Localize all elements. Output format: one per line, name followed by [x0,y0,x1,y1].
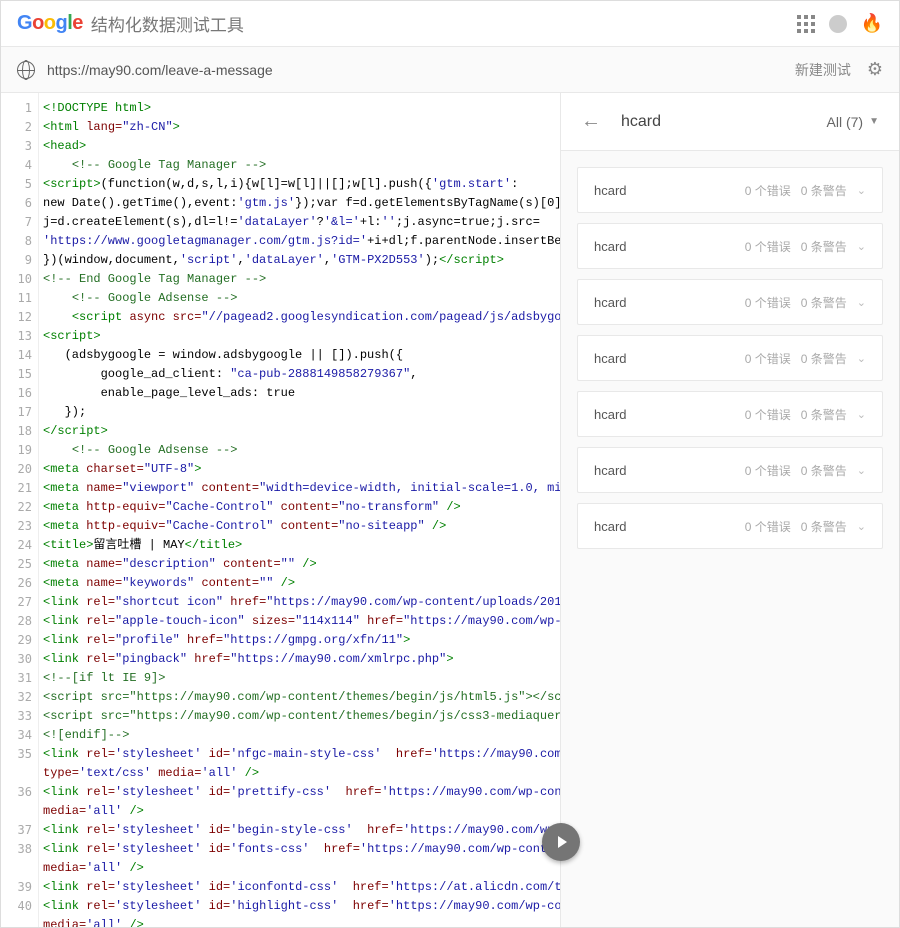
card-warnings: 0 条警告 [801,350,847,367]
card-title: hcard [594,295,627,310]
result-card[interactable]: hcard 0 个错误 0 条警告 ⌄ [577,503,883,549]
result-cards: hcard 0 个错误 0 条警告 ⌄ hcard 0 个错误 0 条警告 ⌄ … [561,151,899,565]
chevron-down-icon: ⌄ [857,240,866,253]
card-title: hcard [594,183,627,198]
chevron-down-icon: ⌄ [857,184,866,197]
chevron-down-icon: ▼ [869,116,879,127]
app-title: 结构化数据测试工具 [91,11,244,36]
google-logo: Google [17,12,83,35]
chevron-down-icon: ⌄ [857,352,866,365]
card-warnings: 0 条警告 [801,294,847,311]
results-title: hcard [621,113,661,131]
card-errors: 0 个错误 [745,462,791,479]
card-title: hcard [594,351,627,366]
card-warnings: 0 条警告 [801,518,847,535]
toolbar: https://may90.com/leave-a-message 新建测试 ⚙ [1,47,899,93]
card-errors: 0 个错误 [745,294,791,311]
result-card[interactable]: hcard 0 个错误 0 条警告 ⌄ [577,223,883,269]
back-arrow-icon[interactable]: ← [581,110,601,133]
card-warnings: 0 条警告 [801,462,847,479]
chevron-down-icon: ⌄ [857,408,866,421]
card-title: hcard [594,407,627,422]
result-card[interactable]: hcard 0 个错误 0 条警告 ⌄ [577,167,883,213]
source-code-panel[interactable]: 1 2 3 4 5 6 7 8 9 10 11 12 13 14 15 16 1… [1,93,561,927]
card-title: hcard [594,239,627,254]
tested-url: https://may90.com/leave-a-message [47,62,273,78]
card-errors: 0 个错误 [745,350,791,367]
play-icon [558,836,567,848]
card-title: hcard [594,519,627,534]
card-warnings: 0 条警告 [801,406,847,423]
apps-grid-icon[interactable] [797,15,815,33]
card-errors: 0 个错误 [745,406,791,423]
chevron-down-icon: ⌄ [857,296,866,309]
globe-icon [17,61,35,79]
notifications-icon[interactable] [829,15,847,33]
profile-icon[interactable]: 🔥 [861,13,883,34]
card-warnings: 0 条警告 [801,238,847,255]
card-errors: 0 个错误 [745,238,791,255]
result-card[interactable]: hcard 0 个错误 0 条警告 ⌄ [577,279,883,325]
result-card[interactable]: hcard 0 个错误 0 条警告 ⌄ [577,447,883,493]
card-errors: 0 个错误 [745,182,791,199]
settings-icon[interactable]: ⚙ [867,59,883,80]
results-header: ← hcard All (7) ▼ [561,93,899,151]
card-warnings: 0 条警告 [801,182,847,199]
card-errors: 0 个错误 [745,518,791,535]
results-panel: ← hcard All (7) ▼ hcard 0 个错误 0 条警告 ⌄ hc… [561,93,899,927]
main-area: 1 2 3 4 5 6 7 8 9 10 11 12 13 14 15 16 1… [1,93,899,927]
chevron-down-icon: ⌄ [857,520,866,533]
card-title: hcard [594,463,627,478]
result-card[interactable]: hcard 0 个错误 0 条警告 ⌄ [577,391,883,437]
new-test-button[interactable]: 新建测试 [795,60,851,80]
run-button[interactable] [542,823,580,861]
filter-dropdown[interactable]: All (7) ▼ [827,114,879,130]
result-card[interactable]: hcard 0 个错误 0 条警告 ⌄ [577,335,883,381]
app-header: Google 结构化数据测试工具 🔥 [1,1,899,47]
line-numbers: 1 2 3 4 5 6 7 8 9 10 11 12 13 14 15 16 1… [1,93,39,927]
source-code[interactable]: <!DOCTYPE html> <html lang="zh-CN"> <hea… [39,93,560,927]
filter-label: All (7) [827,114,864,130]
chevron-down-icon: ⌄ [857,464,866,477]
